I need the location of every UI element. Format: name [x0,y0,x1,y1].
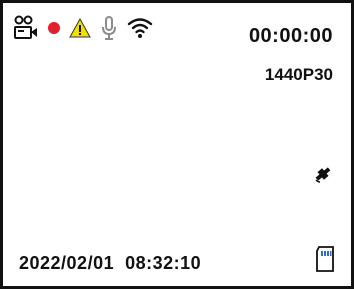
status-icons-bar [13,13,153,43]
wifi-icon [127,17,153,39]
resolution-label: 1440P30 [264,65,333,84]
sd-card-icon [315,246,335,272]
gps-satellite-icon [313,164,333,184]
recording-timer: 00:00:00 [248,25,333,47]
dashcam-screen: 00:00:00 1440P30 2022/02/01 08:32:10 [0,0,354,289]
warning-icon [69,18,91,38]
date-time-stamp: 2022/02/01 08:32:10 [19,253,202,273]
record-dot-icon [47,21,61,35]
dual-camera-icon [13,15,39,41]
microphone-icon [99,15,119,41]
